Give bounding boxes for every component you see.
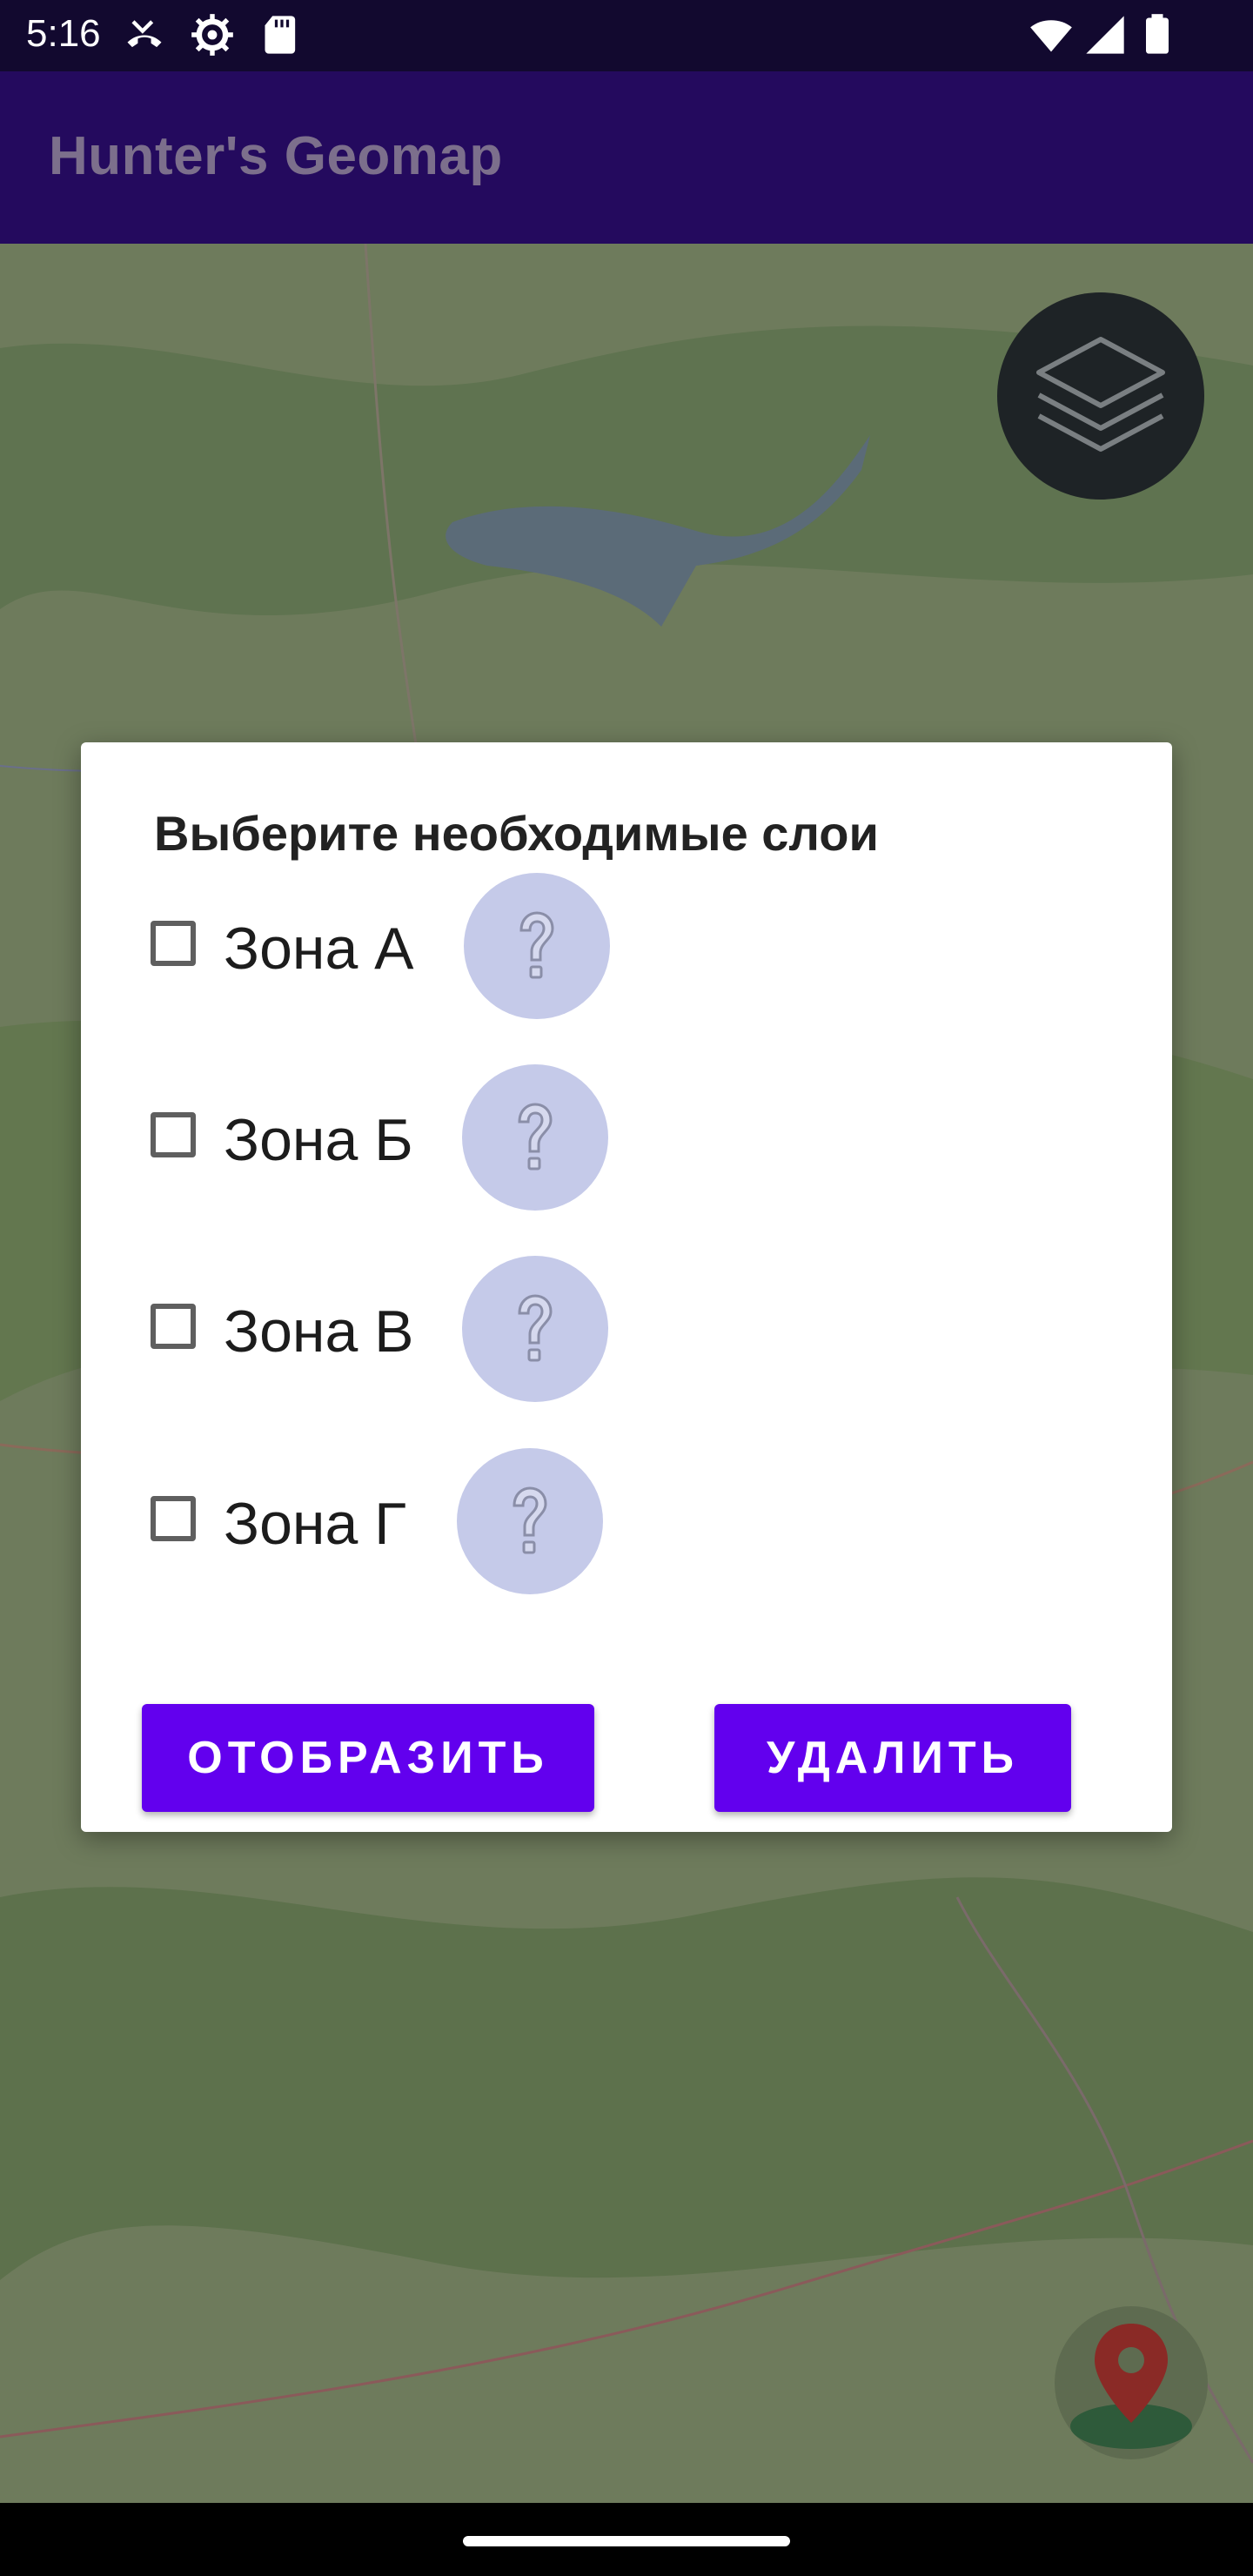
show-button[interactable]: ОТОБРАЗИТЬ [142, 1704, 594, 1812]
zone-v-label: Зона В [224, 1298, 414, 1365]
zone-row-g[interactable]: Зона Г [81, 1448, 1172, 1596]
zone-row-v[interactable]: Зона В [81, 1256, 1172, 1404]
zone-g-checkbox[interactable] [151, 1496, 196, 1541]
zone-b-checkbox[interactable] [151, 1112, 196, 1157]
zone-a-help-button[interactable] [464, 873, 610, 1019]
dialog-title: Выберите необходимые слои [154, 806, 879, 861]
status-time: 5:16 [26, 12, 101, 55]
layers-dialog: Выберите необходимые слои Зона А Зона Б … [81, 742, 1172, 1832]
app-bar: Hunter's Geomap [0, 71, 1253, 244]
app-title: Hunter's Geomap [49, 126, 503, 186]
zone-row-b[interactable]: Зона Б [81, 1064, 1172, 1212]
wifi-icon [1030, 20, 1072, 52]
question-icon [518, 1103, 553, 1171]
zone-a-label: Зона А [224, 916, 414, 982]
zone-g-help-button[interactable] [457, 1448, 603, 1594]
zone-b-help-button[interactable] [462, 1064, 608, 1211]
sd-card-icon [265, 16, 296, 54]
delete-button[interactable]: УДАЛИТЬ [714, 1704, 1071, 1812]
question-icon [518, 1294, 553, 1362]
question-icon [519, 911, 554, 979]
zone-v-help-button[interactable] [462, 1256, 608, 1402]
question-icon [513, 1486, 547, 1554]
zone-row-a[interactable]: Зона А [81, 873, 1172, 1021]
settings-icon [191, 14, 233, 56]
home-gesture-handle[interactable] [463, 2536, 790, 2546]
zone-a-checkbox[interactable] [151, 921, 196, 966]
signal-icon [1086, 16, 1124, 54]
zone-b-label: Зона Б [224, 1107, 413, 1173]
zone-g-label: Зона Г [224, 1491, 406, 1557]
layers-icon [1036, 337, 1165, 452]
layers-button[interactable] [997, 292, 1204, 500]
battery-icon [1146, 14, 1169, 54]
zone-v-checkbox[interactable] [151, 1304, 196, 1349]
status-bar: 5:16 [0, 0, 1253, 71]
location-pin-icon [1070, 2324, 1192, 2449]
missed-call-icon [127, 20, 162, 48]
location-button[interactable] [1055, 2306, 1208, 2459]
